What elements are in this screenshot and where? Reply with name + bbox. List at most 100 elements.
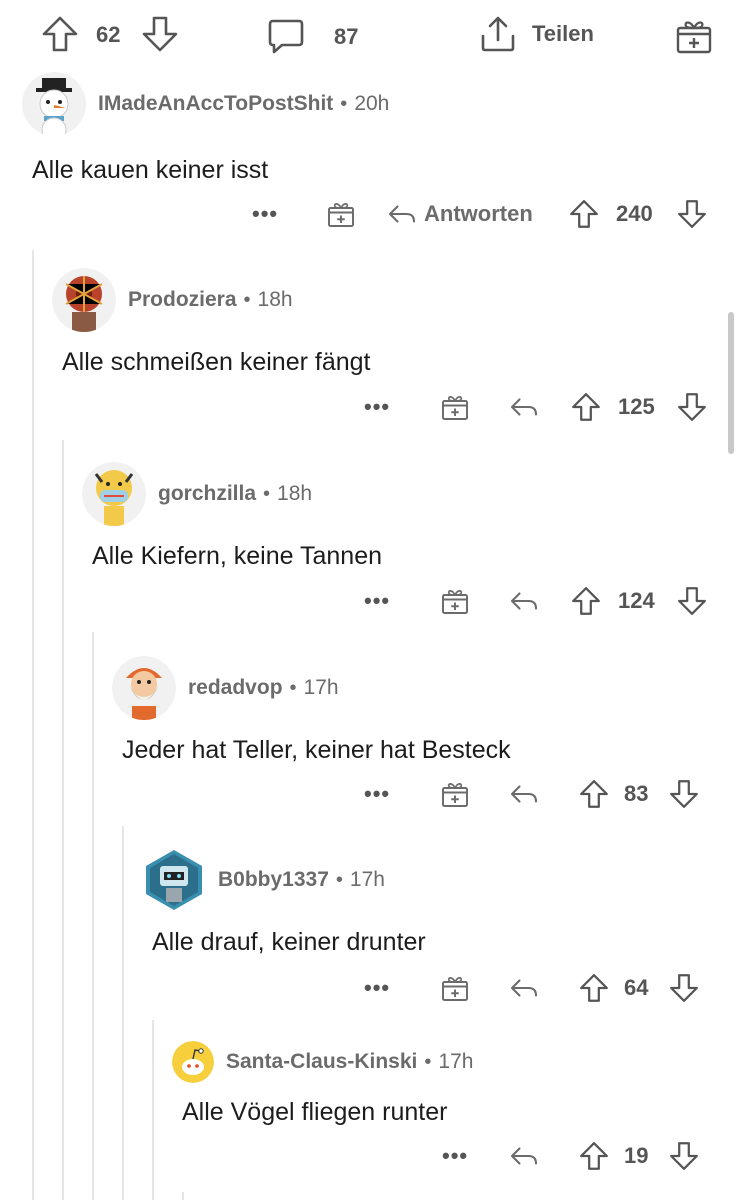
avatar[interactable] — [142, 848, 206, 912]
comment-time: 17h — [438, 1050, 474, 1073]
upvote-button[interactable] — [578, 774, 610, 814]
award-button[interactable] — [440, 774, 470, 814]
arrow-down-icon — [678, 393, 706, 421]
reply-arrow-icon — [510, 979, 538, 997]
more-dots-icon: ••• — [364, 588, 391, 613]
comment-username[interactable]: Prodoziera — [128, 288, 237, 312]
comment-username[interactable]: redadvop — [188, 676, 283, 700]
comment-actions: ••• 19 — [0, 1136, 738, 1176]
award-button[interactable] — [440, 968, 470, 1008]
comment-text: Alle kauen keiner isst — [32, 156, 269, 184]
separator-dot: • — [424, 1050, 432, 1073]
comment-actions: ••• Antworten 240 — [0, 194, 738, 234]
arrow-down-icon — [670, 974, 698, 1002]
downvote-button[interactable] — [668, 968, 700, 1008]
downvote-button[interactable] — [676, 194, 708, 234]
post-award-button[interactable] — [674, 16, 714, 56]
thread-line-level-3[interactable] — [92, 632, 94, 1200]
bearded-avatar-icon — [112, 656, 176, 720]
comment-text: Alle schmeißen keiner fängt — [62, 348, 371, 376]
downvote-button[interactable] — [668, 1136, 700, 1176]
arrow-down-icon — [678, 200, 706, 228]
separator-dot: • — [289, 676, 297, 699]
gift-award-icon — [442, 590, 468, 614]
avatar[interactable] — [52, 268, 116, 332]
avatar[interactable] — [22, 72, 86, 136]
upvote-button[interactable] — [578, 968, 610, 1008]
arrow-down-icon — [670, 1142, 698, 1170]
more-dots-icon: ••• — [364, 975, 391, 1000]
gift-award-icon — [328, 203, 354, 227]
vote-count: 124 — [618, 588, 655, 613]
reply-arrow-icon — [510, 785, 538, 803]
comment-header: Prodoziera • 18h — [52, 260, 293, 340]
separator-dot: • — [243, 288, 251, 311]
reply-arrow-icon — [510, 1147, 538, 1165]
comment-username[interactable]: IMadeAnAccToPostShit — [98, 92, 333, 116]
comment-text: Alle Vögel fliegen runter — [182, 1098, 448, 1126]
comment-header: redadvop • 17h — [112, 648, 339, 728]
reply-button[interactable]: Antworten — [386, 194, 533, 234]
reply-button[interactable] — [508, 774, 540, 814]
arrow-up-icon — [570, 200, 598, 228]
comment-time: 20h — [354, 92, 390, 115]
gift-award-icon — [442, 977, 468, 1001]
comment-actions: ••• 124 — [0, 581, 738, 621]
more-options-button[interactable]: ••• — [364, 387, 390, 427]
reply-button[interactable] — [508, 1136, 540, 1176]
robot-avatar-icon — [146, 850, 202, 910]
arrow-up-icon — [580, 1142, 608, 1170]
downvote-button[interactable] — [676, 581, 708, 621]
snowman-avatar-icon — [22, 72, 86, 136]
more-dots-icon: ••• — [364, 781, 391, 806]
more-options-button[interactable]: ••• — [364, 581, 390, 621]
avatar[interactable] — [172, 1041, 214, 1083]
reply-label: Antworten — [424, 201, 533, 226]
thread-line-level-2[interactable] — [62, 440, 64, 1200]
more-options-button[interactable]: ••• — [442, 1136, 468, 1176]
arrow-up-icon — [572, 393, 600, 421]
upvote-button[interactable] — [570, 581, 602, 621]
more-options-button[interactable]: ••• — [364, 968, 390, 1008]
post-downvote-button[interactable] — [140, 14, 180, 54]
post-vote-count: 62 — [96, 22, 121, 47]
thread-line-level-6[interactable] — [182, 1192, 184, 1200]
comment-username[interactable]: Santa-Claus-Kinski — [226, 1050, 417, 1074]
comment-time: 17h — [303, 676, 339, 699]
downvote-button[interactable] — [668, 774, 700, 814]
comment-text: Alle drauf, keiner drunter — [152, 928, 426, 956]
comment-username[interactable]: gorchzilla — [158, 482, 256, 506]
upvote-button[interactable] — [570, 387, 602, 427]
post-upvote-button[interactable] — [40, 14, 80, 54]
award-button[interactable] — [440, 387, 470, 427]
avatar[interactable] — [82, 462, 146, 526]
reply-arrow-icon — [510, 592, 538, 610]
more-options-button[interactable]: ••• — [364, 774, 390, 814]
downvote-button[interactable] — [676, 387, 708, 427]
comment-header: gorchzilla • 18h — [82, 454, 312, 534]
comment-time: 17h — [349, 868, 385, 891]
comment-header: IMadeAnAccToPostShit • 20h — [22, 64, 389, 144]
upvote-button[interactable] — [568, 194, 600, 234]
comment-actions: ••• 83 — [0, 774, 738, 814]
comment-username[interactable]: B0bby1337 — [218, 868, 329, 892]
award-button[interactable] — [440, 581, 470, 621]
more-options-button[interactable]: ••• — [252, 194, 278, 234]
gift-award-icon — [442, 396, 468, 420]
reply-button[interactable] — [508, 387, 540, 427]
scrollbar[interactable] — [728, 312, 734, 454]
upvote-button[interactable] — [578, 1136, 610, 1176]
award-button[interactable] — [326, 194, 356, 234]
comment-text: Alle Kiefern, keine Tannen — [92, 542, 383, 570]
vote-count: 83 — [624, 781, 649, 806]
avatar[interactable] — [112, 656, 176, 720]
separator-dot: • — [335, 868, 343, 891]
post-comments-button[interactable] — [266, 16, 306, 56]
arrow-up-icon — [42, 16, 78, 52]
vote-count: 240 — [616, 201, 653, 226]
reply-button[interactable] — [508, 581, 540, 621]
arrow-down-icon — [670, 780, 698, 808]
share-label: Teilen — [532, 21, 594, 46]
reply-button[interactable] — [508, 968, 540, 1008]
post-share-button[interactable]: Teilen — [478, 14, 594, 54]
